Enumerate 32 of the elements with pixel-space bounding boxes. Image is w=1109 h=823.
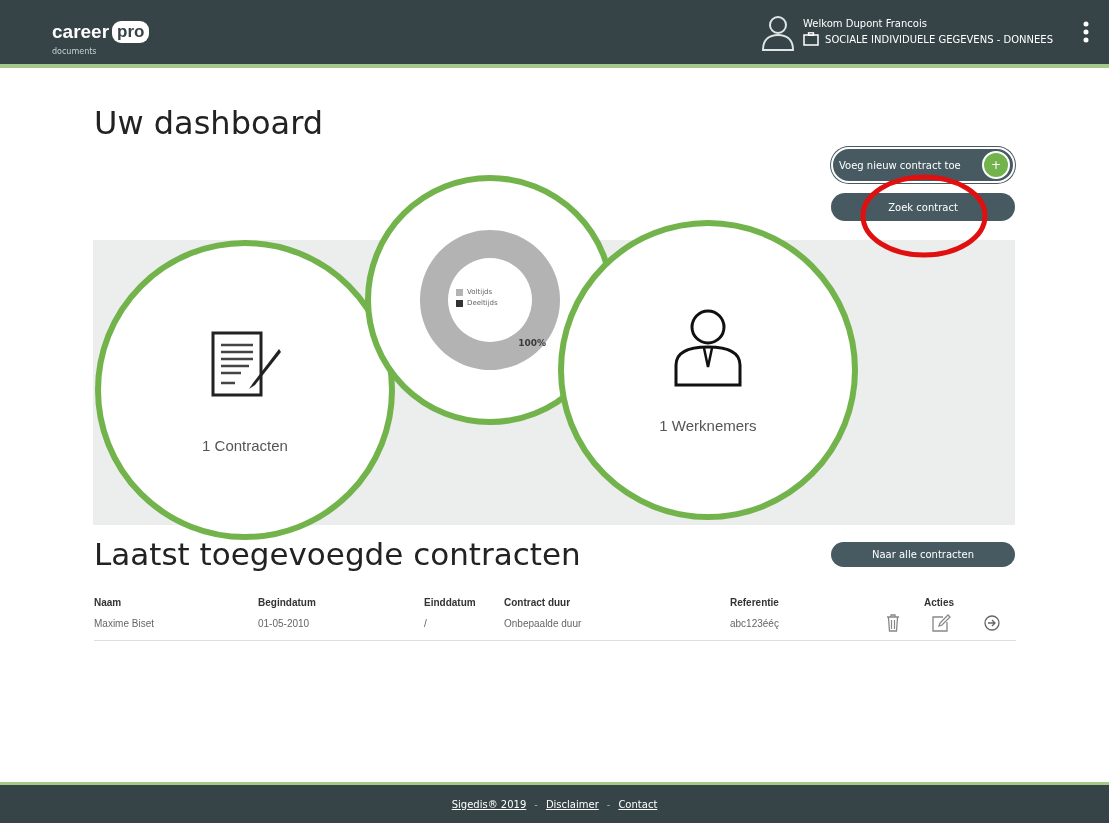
user-icon: [761, 13, 796, 51]
footer-link[interactable]: Sigedis® 2019: [451, 798, 527, 810]
data-label: 100%: [518, 338, 546, 348]
column-header: Referentie: [730, 596, 780, 610]
menu-icon[interactable]: [1083, 21, 1089, 43]
table-cell: abc123ééç: [730, 611, 862, 641]
footer-link[interactable]: Contact: [618, 798, 658, 810]
all-contracts-button[interactable]: Naar alle contracten: [831, 541, 1015, 567]
edit-icon[interactable]: [932, 614, 952, 632]
column-header: Acties: [923, 596, 955, 610]
column-header: Einddatum: [424, 594, 504, 611]
column-header: Contract duur: [504, 594, 730, 611]
welcome-text: Welkom Dupont Francois: [803, 18, 928, 29]
search-contract-button[interactable]: Zoek contract: [831, 193, 1015, 221]
separator: -: [534, 798, 538, 810]
arrow-circle-icon[interactable]: [984, 615, 1000, 631]
employees-count: 1 Werknemers: [659, 416, 757, 434]
column-header: Naam: [94, 594, 258, 611]
add-contract-button[interactable]: Voeg nieuw contract toe +: [831, 147, 1015, 183]
footer-link[interactable]: Disclaimer: [545, 798, 599, 810]
table-cell: Maxime Biset: [94, 611, 258, 641]
trash-icon[interactable]: [886, 614, 900, 632]
logo[interactable]: career pro documents: [52, 12, 150, 52]
table-cell: Onbepaalde duur: [504, 611, 730, 641]
page-title: Uw dashboard: [94, 104, 324, 142]
separator: -: [606, 798, 611, 810]
contracts-count: 1 Contracten: [202, 436, 288, 454]
briefcase-icon: [803, 32, 820, 46]
table-cell: 01-05-2010: [258, 611, 424, 641]
column-header: Begindatum: [258, 594, 424, 611]
table-cell: /: [424, 611, 504, 641]
employer-name[interactable]: SOCIALE INDIVIDUELE GEGEVENS - DONNEES: [825, 33, 1053, 45]
